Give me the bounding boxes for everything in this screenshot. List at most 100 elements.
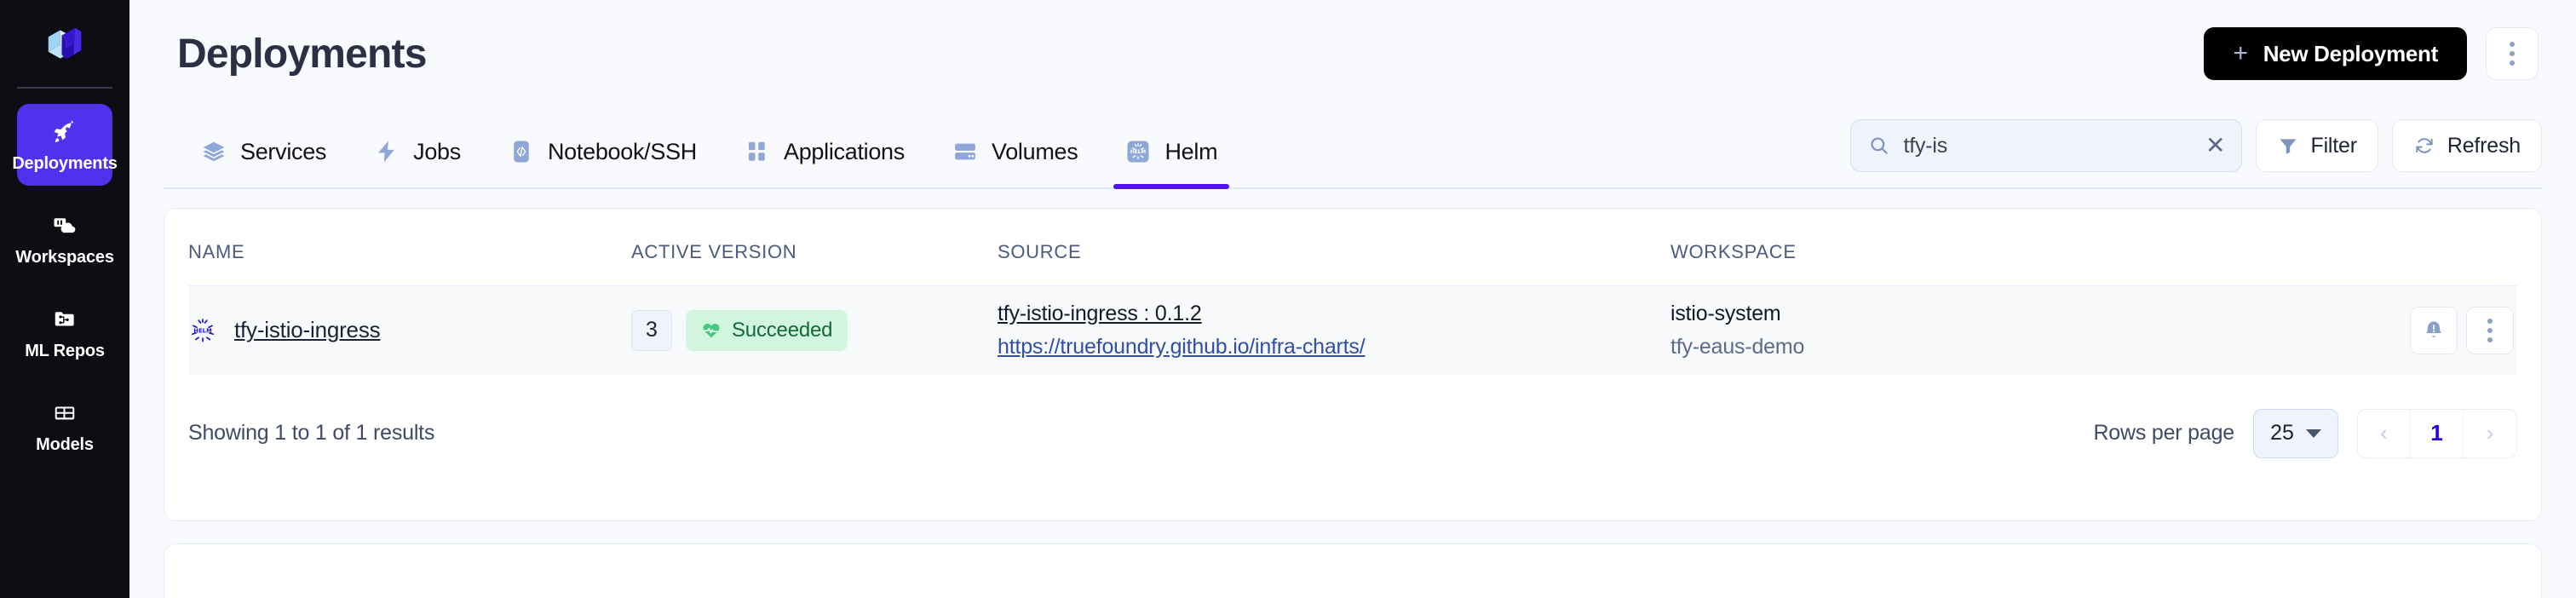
- rows-per-page-value: 25: [2270, 421, 2294, 445]
- workspaces-icon: [54, 218, 76, 233]
- column-header-active-version: ACTIVE VERSION: [631, 209, 998, 286]
- tab-label: Helm: [1164, 138, 1218, 164]
- next-page-button[interactable]: ›: [2464, 410, 2516, 457]
- kebab-menu-icon: [2487, 318, 2493, 342]
- heartbeat-icon: [703, 323, 720, 338]
- helm-icon: HELM: [1127, 141, 1149, 163]
- logo-icon: [48, 27, 82, 60]
- sidebar-item-label: Workspaces: [15, 248, 114, 267]
- table-row[interactable]: HELM tfy-istio-ingress 3 Succeeded tfy-i…: [188, 285, 2517, 375]
- cell-workspace: istio-system tfy-eaus-demo: [1670, 285, 2267, 375]
- page-controls: ‹ 1 ›: [2357, 408, 2517, 458]
- bolt-icon: [378, 141, 394, 163]
- app-root: Deployments Workspaces ML Repos Models D…: [0, 0, 2576, 598]
- status-badge: Succeeded: [686, 309, 848, 351]
- source-repo-link[interactable]: https://truefoundry.github.io/infra-char…: [998, 335, 1670, 359]
- bell-alert-icon: [2426, 321, 2441, 337]
- header-actions: + New Deployment: [2204, 27, 2539, 80]
- cell-actions: [2267, 285, 2517, 375]
- results-summary: Showing 1 to 1 of 1 results: [188, 421, 435, 445]
- workspace-name: istio-system: [1670, 301, 1781, 325]
- search-value: tfy-is: [1903, 133, 1948, 158]
- new-deployment-label: New Deployment: [2263, 40, 2439, 66]
- cell-active-version: 3 Succeeded: [631, 285, 998, 375]
- funnel-icon: [2279, 139, 2297, 154]
- status-label: Succeeded: [732, 318, 833, 342]
- cell-name: HELM tfy-istio-ingress: [188, 285, 631, 375]
- kebab-menu-icon: [2510, 42, 2515, 66]
- tab-label: Notebook/SSH: [547, 138, 697, 164]
- tab-label: Applications: [783, 138, 905, 164]
- pagination: Rows per page 25 ‹ 1 ›: [2093, 408, 2517, 458]
- apps-grid-icon: [748, 141, 765, 161]
- sidebar-divider: [17, 87, 112, 89]
- row-alerts-button[interactable]: [2410, 306, 2458, 354]
- secondary-card: [164, 543, 2542, 598]
- tabs-bar: Services Jobs Notebook/SSH Applications …: [164, 107, 2542, 189]
- main-content: Deployments + New Deployment Services Jo…: [129, 0, 2576, 598]
- row-overflow-button[interactable]: [2466, 306, 2514, 354]
- column-header-name: NAME: [188, 209, 631, 286]
- search-input[interactable]: tfy-is ✕: [1849, 119, 2242, 172]
- svg-text:HELM: HELM: [1130, 150, 1146, 155]
- filter-button[interactable]: Filter: [2255, 119, 2378, 172]
- search-icon: [1870, 137, 1888, 154]
- rocket-icon: [54, 120, 74, 142]
- rows-per-page-select[interactable]: 25: [2253, 408, 2338, 458]
- tab-applications[interactable]: Applications: [721, 106, 929, 187]
- sidebar-item-label: Deployments: [12, 154, 118, 173]
- chevron-down-icon: [2305, 428, 2321, 438]
- rows-per-page-label: Rows per page: [2093, 421, 2234, 445]
- sidebar-item-ml-repos[interactable]: ML Repos: [17, 291, 112, 373]
- column-header-actions: [2267, 209, 2517, 286]
- tab-label: Jobs: [413, 138, 461, 164]
- tab-notebook-ssh[interactable]: Notebook/SSH: [485, 106, 721, 187]
- clear-search-icon[interactable]: ✕: [2205, 134, 2225, 158]
- prev-page-button[interactable]: ‹: [2358, 409, 2411, 457]
- helm-table: NAME ACTIVE VERSION SOURCE WORKSPACE HEL…: [188, 209, 2517, 375]
- tab-list: Services Jobs Notebook/SSH Applications …: [177, 106, 1241, 189]
- header-overflow-button[interactable]: [2486, 27, 2539, 80]
- column-header-workspace: WORKSPACE: [1670, 209, 2267, 286]
- page-title: Deployments: [177, 31, 427, 77]
- active-version-chip: 3: [631, 309, 672, 351]
- page-header: Deployments + New Deployment: [164, 0, 2542, 107]
- helm-table-card: NAME ACTIVE VERSION SOURCE WORKSPACE HEL…: [164, 208, 2542, 521]
- source-chart-link[interactable]: tfy-istio-ingress : 0.1.2: [998, 302, 1670, 326]
- table-head: NAME ACTIVE VERSION SOURCE WORKSPACE: [188, 209, 2517, 286]
- tab-volumes[interactable]: Volumes: [929, 106, 1101, 187]
- new-deployment-button[interactable]: + New Deployment: [2204, 27, 2467, 80]
- tab-helm[interactable]: HELM Helm: [1101, 106, 1241, 189]
- truefoundry-logo[interactable]: [41, 20, 89, 68]
- tab-services[interactable]: Services: [177, 106, 350, 187]
- workspace-cluster: tfy-eaus-demo: [1670, 334, 1805, 359]
- sidebar-item-workspaces[interactable]: Workspaces: [15, 198, 114, 279]
- deployment-name-link[interactable]: tfy-istio-ingress: [234, 317, 381, 343]
- database-icon: [955, 143, 975, 160]
- models-grid-icon: [55, 406, 75, 420]
- refresh-icon: [2416, 138, 2433, 153]
- refresh-label: Refresh: [2447, 133, 2521, 158]
- filter-label: Filter: [2310, 133, 2358, 158]
- sidebar-item-label: ML Repos: [25, 342, 105, 360]
- tab-label: Services: [240, 138, 327, 164]
- table-header-row: NAME ACTIVE VERSION SOURCE WORKSPACE: [188, 209, 2517, 286]
- tab-jobs[interactable]: Jobs: [350, 106, 485, 187]
- sidebar-item-label: Models: [36, 435, 94, 454]
- code-icon: [514, 141, 529, 163]
- table-body: HELM tfy-istio-ingress 3 Succeeded tfy-i…: [188, 285, 2517, 375]
- sidebar-item-models[interactable]: Models: [17, 385, 112, 467]
- helm-icon: HELM: [191, 318, 215, 342]
- refresh-button[interactable]: Refresh: [2391, 119, 2542, 172]
- ml-repos-icon: [55, 312, 74, 326]
- column-header-source: SOURCE: [998, 209, 1670, 286]
- layers-icon: [203, 141, 225, 162]
- tab-label: Volumes: [991, 138, 1078, 164]
- table-toolbar: tfy-is ✕ Filter Refresh: [1849, 119, 2542, 187]
- sidebar-item-deployments[interactable]: Deployments: [12, 104, 118, 186]
- sidebar: Deployments Workspaces ML Repos Models: [0, 0, 129, 598]
- svg-text:HELM: HELM: [193, 327, 212, 334]
- page-number-1[interactable]: 1: [2411, 409, 2464, 457]
- cell-source: tfy-istio-ingress : 0.1.2 https://truefo…: [998, 285, 1670, 375]
- table-footer: Showing 1 to 1 of 1 results Rows per pag…: [188, 375, 2517, 458]
